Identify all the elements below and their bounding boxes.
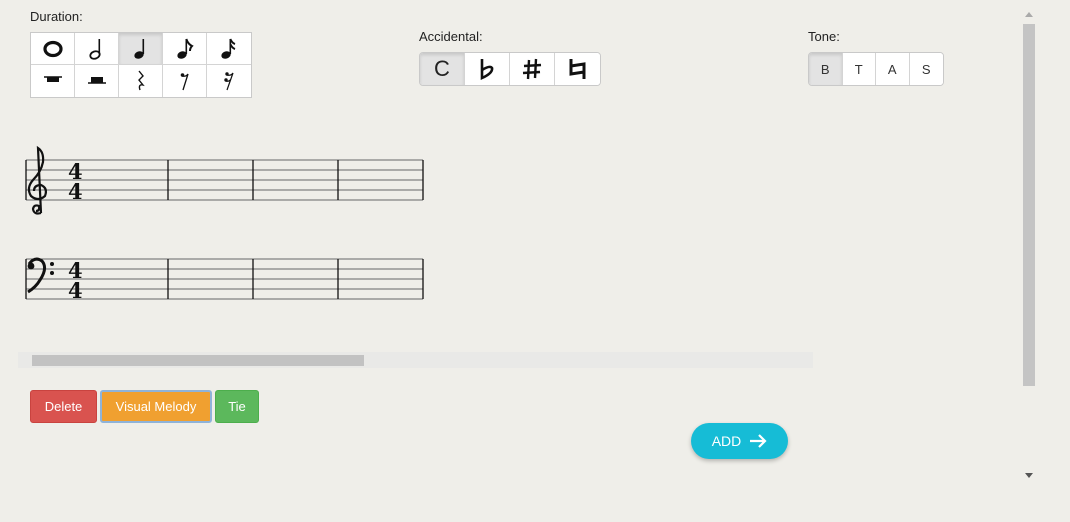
whole-note-button[interactable] <box>31 33 75 65</box>
eighth-note-button[interactable] <box>163 33 207 65</box>
quarter-rest-button[interactable] <box>119 65 163 97</box>
sixteenth-note-button[interactable] <box>207 33 251 65</box>
half-rest-icon <box>87 77 106 84</box>
tone-a-button[interactable]: A <box>876 53 910 85</box>
tone-b-button[interactable]: B <box>809 53 843 85</box>
score-canvas[interactable]: 4 4 4 4 <box>20 140 440 310</box>
tone-label: Tone: <box>808 29 840 44</box>
accidental-group: C <box>419 52 601 86</box>
quarter-rest-icon <box>137 70 145 91</box>
quarter-note-button[interactable] <box>119 33 163 65</box>
half-note-button[interactable] <box>75 33 119 65</box>
clear-accidental-label: C <box>434 56 450 81</box>
half-rest-button[interactable] <box>75 65 119 97</box>
horizontal-scrollbar[interactable] <box>18 352 813 368</box>
add-button[interactable]: ADD <box>691 423 788 459</box>
natural-button[interactable] <box>555 53 600 85</box>
scroll-up-icon[interactable] <box>1025 12 1033 18</box>
visual-melody-button[interactable]: Visual Melody <box>100 390 212 423</box>
sharp-icon <box>522 58 542 80</box>
bass-clef-icon <box>27 257 54 294</box>
whole-rest-button[interactable] <box>31 65 75 97</box>
vertical-scrollbar[interactable] <box>1020 8 1037 486</box>
horizontal-scroll-thumb[interactable] <box>32 355 364 366</box>
flat-button[interactable] <box>465 53 510 85</box>
arrow-right-icon <box>750 434 767 448</box>
whole-rest-icon <box>43 76 62 82</box>
tone-t-button[interactable]: T <box>842 53 876 85</box>
vertical-scroll-thumb[interactable] <box>1023 24 1035 386</box>
natural-icon <box>569 59 585 79</box>
sixteenth-note-icon <box>221 38 236 59</box>
bass-time-bottom: 4 <box>68 278 83 303</box>
flat-icon <box>480 59 494 80</box>
eighth-rest-button[interactable] <box>163 65 207 97</box>
treble-time-bottom: 4 <box>68 179 83 204</box>
bass-staff <box>26 258 423 300</box>
quarter-note-icon <box>133 38 144 59</box>
tone-group: B T A S <box>808 52 944 86</box>
clear-accidental-button[interactable]: C <box>420 53 465 85</box>
treble-staff <box>26 159 423 201</box>
scroll-down-icon[interactable] <box>1025 473 1033 479</box>
tone-s-button[interactable]: S <box>909 53 943 85</box>
duration-label: Duration: <box>30 9 83 24</box>
accidental-label: Accidental: <box>419 29 483 44</box>
sixteenth-rest-button[interactable] <box>207 65 251 97</box>
treble-clef-icon <box>27 145 47 215</box>
delete-button[interactable]: Delete <box>30 390 97 423</box>
tie-button[interactable]: Tie <box>215 390 259 423</box>
add-button-label: ADD <box>711 433 742 449</box>
sixteenth-rest-icon <box>224 72 234 91</box>
duration-grid <box>30 32 252 98</box>
whole-note-icon <box>42 40 63 57</box>
half-note-icon <box>88 38 101 60</box>
eighth-note-icon <box>176 38 194 59</box>
sharp-button[interactable] <box>510 53 555 85</box>
eighth-rest-icon <box>180 73 189 91</box>
